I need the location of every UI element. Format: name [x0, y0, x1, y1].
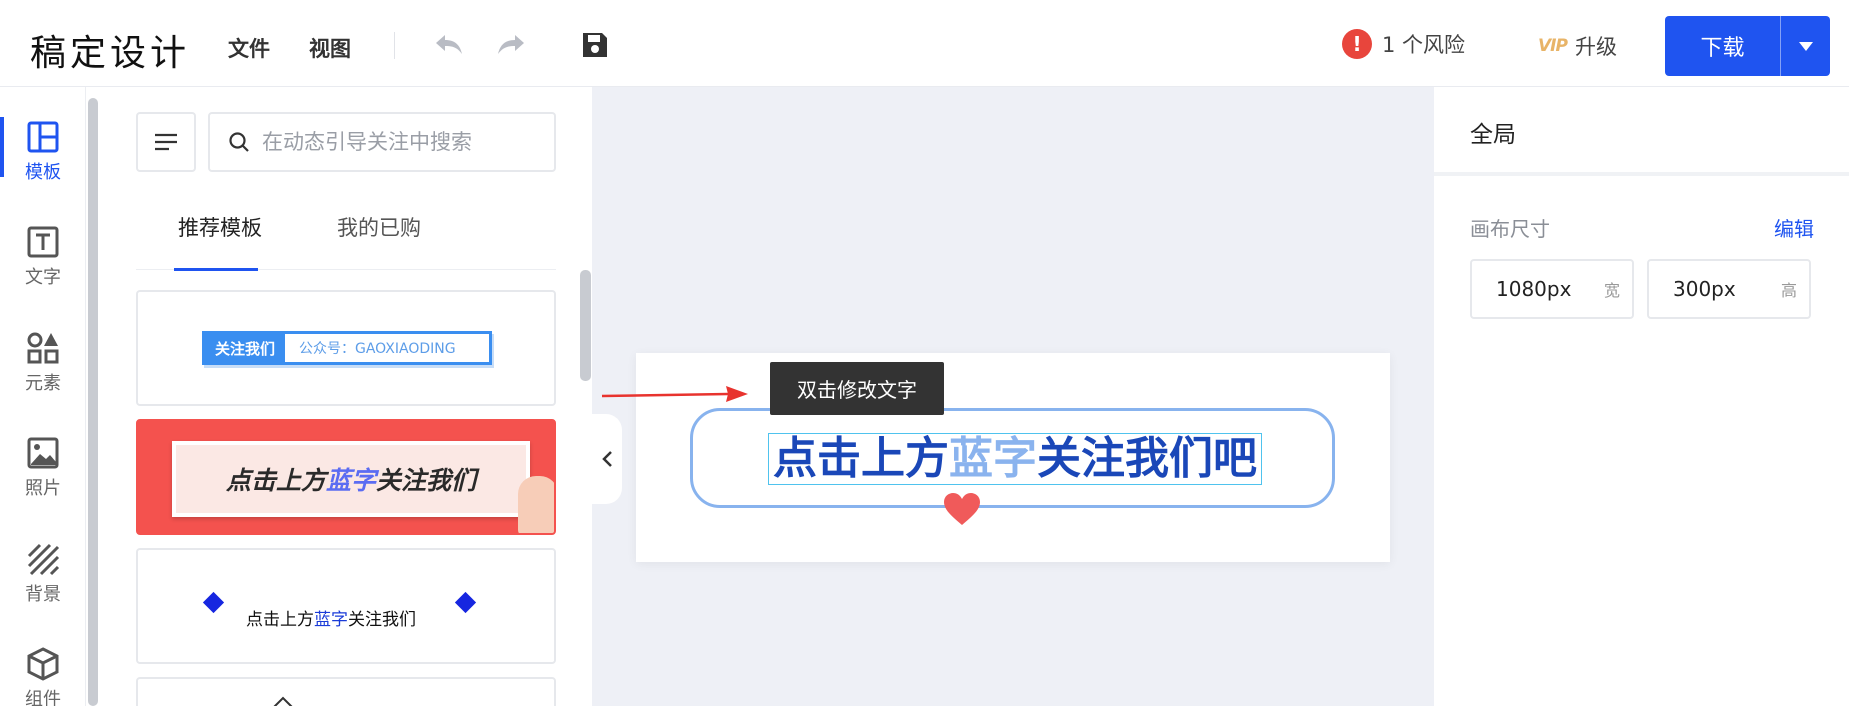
menu-view[interactable]: 视图 — [309, 33, 351, 63]
template-card-partial[interactable] — [136, 677, 556, 706]
template-tabs: 推荐模板 我的已购 — [136, 212, 556, 270]
menu-file[interactable]: 文件 — [228, 33, 270, 63]
headline-text-box[interactable]: 点击上方蓝字关注我们吧 — [768, 433, 1262, 485]
template-text-pre: 点击上方 — [246, 610, 314, 630]
download-button-group: 下载 — [1665, 16, 1830, 76]
background-icon — [27, 543, 60, 576]
props-divider — [1434, 172, 1849, 176]
rail-item-background[interactable]: 背景 — [0, 542, 86, 606]
upgrade-label: 升级 — [1574, 35, 1617, 59]
text-icon — [27, 226, 59, 258]
canvas-size-label: 画布尺寸 — [1470, 217, 1550, 241]
template-text: 点击上方蓝字关注我们 — [246, 605, 416, 630]
rail-scrollbar[interactable] — [88, 98, 98, 706]
caret-down-icon — [1798, 41, 1813, 51]
panel-scrollbar[interactable] — [580, 270, 591, 381]
download-options-button[interactable] — [1781, 16, 1830, 76]
banner-text-accent: 蓝字 — [325, 466, 376, 495]
rail-item-template[interactable]: 模板 — [0, 120, 86, 184]
risk-count-label: 1 个风险 — [1382, 33, 1466, 57]
hand-illustration — [518, 476, 554, 533]
template-search[interactable] — [208, 112, 556, 172]
banner-text-pre: 点击上方 — [225, 466, 326, 495]
canvas-width-field[interactable]: 1080px 宽 — [1470, 259, 1634, 319]
risk-indicator[interactable]: ! 1 个风险 — [1342, 29, 1465, 59]
rail-item-elements[interactable]: 元素 — [0, 331, 86, 395]
follow-badge-label: 关注我们 — [205, 334, 285, 362]
edit-text-tooltip: 双击修改文字 — [770, 362, 944, 415]
follow-badge-account: 公众号：GAOXIAODING — [299, 341, 456, 357]
rail-item-photo[interactable]: 照片 — [0, 436, 86, 500]
collapse-panel-button[interactable] — [592, 414, 622, 504]
warning-icon: ! — [1342, 29, 1372, 59]
template-thumbnail-icon — [273, 696, 293, 706]
rail-label-template: 模板 — [25, 162, 61, 183]
banner-text-post: 关注我们 — [376, 466, 477, 495]
template-card-torn-paper[interactable]: 点击上方 蓝字 关注我们 — [136, 419, 556, 535]
canvas-height-unit: 高 — [1780, 281, 1797, 300]
top-bar: 稿定设计 文件 视图 ! 1 个风险 VIP 升级 下载 — [0, 0, 1849, 87]
redo-icon[interactable] — [494, 28, 528, 62]
canvas-width-unit: 宽 — [1603, 281, 1620, 300]
edit-size-link[interactable]: 编辑 — [1774, 213, 1814, 242]
canvas-height-field[interactable]: 300px 高 — [1647, 259, 1811, 319]
search-input[interactable] — [262, 130, 542, 154]
component-icon — [27, 647, 59, 681]
elements-icon — [27, 332, 59, 364]
properties-panel: 全局 画布尺寸 编辑 1080px 宽 300px 高 — [1434, 87, 1849, 706]
chevron-left-icon — [602, 451, 612, 467]
rail-label-elements: 元素 — [25, 373, 61, 394]
template-panel: 推荐模板 我的已购 关注我们 公众号：GAOXIAODING 点击上方蓝字关注我… — [100, 87, 592, 706]
tool-rail: 模板 文字 元素 照片 背景 组件 — [0, 87, 86, 706]
diamond-shape-left — [202, 591, 225, 614]
save-icon[interactable] — [578, 28, 612, 62]
headline-text-post: 关注我们吧 — [1037, 433, 1257, 484]
photo-icon — [27, 437, 59, 469]
rail-label-background: 背景 — [25, 584, 61, 605]
undo-icon[interactable] — [432, 28, 466, 62]
menu-lines-icon — [155, 133, 177, 151]
canvas-height-value: 300px — [1673, 277, 1736, 301]
app-logo[interactable]: 稿定设计 — [30, 24, 190, 76]
template-card-diamonds[interactable]: 点击上方蓝字关注我们 — [136, 548, 556, 664]
upgrade-button[interactable]: VIP 升级 — [1538, 31, 1617, 61]
headline-text-accent: 蓝字 — [949, 433, 1037, 484]
rail-label-component: 组件 — [25, 689, 61, 706]
canvas-width-value: 1080px — [1496, 277, 1572, 301]
rail-item-component[interactable]: 组件 — [0, 647, 86, 706]
download-button[interactable]: 下载 — [1665, 16, 1780, 76]
tab-recommended[interactable]: 推荐模板 — [178, 212, 262, 242]
follow-badge: 关注我们 公众号：GAOXIAODING — [202, 331, 492, 365]
filter-menu-button[interactable] — [136, 112, 196, 172]
template-icon — [27, 121, 59, 153]
template-text-accent: 蓝字 — [314, 610, 348, 630]
pointer-arrow-icon — [601, 386, 748, 402]
rail-label-photo: 照片 — [25, 478, 61, 499]
rail-label-text: 文字 — [25, 267, 61, 288]
active-tab-indicator — [174, 268, 258, 271]
search-icon — [229, 132, 249, 152]
template-card-follow-badge[interactable]: 关注我们 公众号：GAOXIAODING — [136, 290, 556, 406]
torn-paper-banner: 点击上方 蓝字 关注我们 — [172, 441, 530, 517]
tab-purchased[interactable]: 我的已购 — [337, 212, 421, 242]
vip-icon: VIP — [1538, 36, 1568, 56]
props-title: 全局 — [1470, 122, 1516, 148]
heart-icon[interactable] — [942, 491, 982, 527]
toolbar-divider — [394, 32, 395, 59]
headline-text-pre: 点击上方 — [773, 433, 949, 484]
rail-item-text[interactable]: 文字 — [0, 225, 86, 289]
template-text-post: 关注我们 — [348, 610, 416, 630]
diamond-shape-right — [454, 591, 477, 614]
